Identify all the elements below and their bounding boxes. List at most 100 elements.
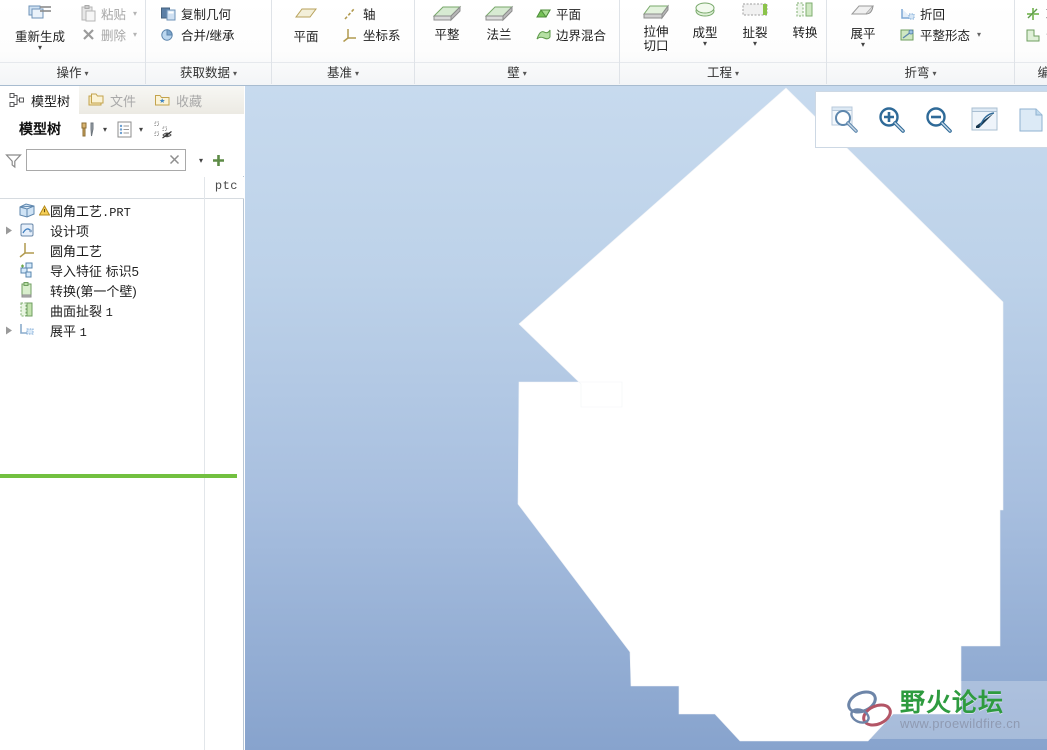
graphics-viewport[interactable]: 野火论坛 www.proewildfire.cn [245, 86, 1047, 750]
delete-x-icon [78, 25, 98, 44]
zoom-box-icon[interactable] [823, 97, 869, 142]
tools-icon[interactable] [77, 118, 99, 140]
tab-model-tree[interactable]: 模型树 [0, 86, 80, 114]
unbend-caret[interactable]: ▾ [861, 41, 865, 49]
tree-row-csys[interactable]: 圆角工艺 [0, 240, 243, 260]
regenerate-button[interactable]: 重新生成 ▾ [6, 0, 74, 52]
application-window: 重新生成 ▾ 粘贴 ▾ 删除 ▾ 操作 ▾ 复制几何 合并/继承 获取数据 ▾ … [0, 0, 1047, 750]
tree-row-convert-wall[interactable]: 转换(第一个壁) [0, 280, 243, 300]
zoom-out-icon[interactable] [915, 97, 961, 142]
flange-wall-button[interactable]: 法兰 [473, 0, 525, 42]
convert-label: 转换 [792, 26, 818, 40]
tree-expander-unbend[interactable] [2, 320, 16, 340]
bend-back-icon [897, 4, 917, 23]
saved-view-icon[interactable] [1008, 97, 1047, 142]
boundary-blend-icon [533, 25, 553, 44]
tree-hide-icon[interactable] [153, 118, 175, 140]
delete-button[interactable]: 删除 ▾ [76, 24, 139, 45]
funnel-icon[interactable] [0, 152, 26, 169]
ribbon-group-engineering: 拉伸 切口 成型 ▾ 扯裂 ▾ 转换 工程 ▾ [620, 0, 827, 84]
tree-row-part[interactable]: 圆角工艺.PRT [0, 200, 243, 220]
zoom-in-icon[interactable] [869, 97, 915, 142]
extrude-cut-button[interactable]: 拉伸 切口 [632, 0, 680, 53]
tree-row-surface-rip[interactable]: 曲面扯裂 1 [0, 300, 243, 320]
coordinate-system-button[interactable]: 坐标系 [338, 24, 403, 45]
model-tree-toolbar: 模型树 ▾ ▾ [0, 114, 244, 144]
model-tree-icon [6, 91, 28, 110]
regenerate-caret[interactable]: ▾ [38, 44, 42, 52]
bend-label-text: 折弯 [904, 66, 930, 80]
ptc-branding-label: ptc [214, 179, 238, 193]
datum-small-column: 轴 坐标系 [338, 2, 403, 45]
tools-caret[interactable]: ▾ [99, 125, 111, 134]
tree-no-warning-2 [38, 240, 50, 260]
surface-plane-button[interactable]: 平面 [531, 3, 608, 24]
surface-plane-icon [533, 4, 553, 23]
boundary-blend-label: 边界混合 [556, 29, 607, 43]
tab-files[interactable]: 文件 [79, 86, 145, 114]
bend-back-button[interactable]: 折回 [895, 3, 983, 24]
datum-axis-button[interactable]: 轴 [338, 3, 403, 24]
model-outline [517, 87, 1004, 742]
rip-button[interactable]: 扯裂 ▾ [730, 0, 780, 48]
watermark-url: www.proewildfire.cn [900, 715, 1021, 731]
extrude-cut-icon [641, 0, 671, 25]
edit-small-column: 联接 合并 [1021, 2, 1047, 45]
clear-x-icon[interactable] [168, 153, 181, 166]
merge-button[interactable]: 合并 [1021, 24, 1047, 45]
ribbon-group-get-data-label[interactable]: 获取数据 ▾ [146, 62, 271, 84]
wall-label-caret: ▾ [522, 69, 527, 78]
convert-button[interactable]: 转换 [780, 0, 830, 40]
insert-here-indicator[interactable] [0, 474, 237, 478]
sheetmetal-flat-model[interactable] [245, 86, 1047, 750]
ribbon-group-datum-label[interactable]: 基准 ▾ [272, 62, 414, 84]
ribbon-group-edit-body: 联接 合并 [1015, 0, 1047, 62]
delete-caret[interactable]: ▾ [133, 30, 137, 39]
ribbon-group-bend: 展平 ▾ 折回 平整形态 ▾ 折弯 ▾ [827, 0, 1015, 84]
datum-plane-button[interactable]: 平面 [278, 0, 334, 44]
flange-wall-label: 法兰 [486, 28, 512, 42]
rip-caret[interactable]: ▾ [753, 40, 757, 48]
bend-back-label: 折回 [920, 8, 946, 22]
ribbon-group-edit-label[interactable]: 编辑 [1015, 62, 1047, 84]
paste-label: 粘贴 [101, 8, 127, 22]
paste-caret[interactable]: ▾ [133, 9, 137, 18]
tree-row-design-items[interactable]: 设计项 [0, 220, 243, 240]
ribbon-group-bend-label[interactable]: 折弯 ▾ [827, 62, 1014, 84]
flat-state-caret[interactable]: ▾ [977, 30, 981, 39]
form-button[interactable]: 成型 ▾ [680, 0, 730, 48]
join-button[interactable]: 联接 [1021, 3, 1047, 24]
ribbon-group-wall-label[interactable]: 壁 ▾ [415, 62, 619, 84]
plus-icon[interactable] [207, 153, 229, 168]
ribbon-group-engineering-label[interactable]: 工程 ▾ [620, 62, 826, 84]
copy-geometry-button[interactable]: 复制几何 [156, 3, 236, 24]
rip-icon [740, 0, 770, 25]
list-display-caret[interactable]: ▾ [135, 125, 147, 134]
list-display-icon[interactable] [113, 118, 135, 140]
paste-button[interactable]: 粘贴 ▾ [76, 3, 139, 24]
tree-row-unbend[interactable]: 展平 1 [0, 320, 243, 340]
merge-inherit-button[interactable]: 合并/继承 [156, 24, 236, 45]
unbend-button[interactable]: 展平 ▾ [837, 0, 889, 49]
tree-expander-design-items[interactable] [2, 220, 16, 240]
ribbon-group-operations-label[interactable]: 操作 ▾ [0, 62, 145, 84]
tree-no-warning-1 [38, 220, 50, 240]
filter-dropdown-caret[interactable]: ▾ [195, 156, 207, 165]
model-tree-filter-row: ▾ [0, 144, 244, 176]
tab-favorites[interactable]: 收藏 [145, 86, 211, 114]
watermark-title: 野火论坛 [900, 687, 1005, 717]
ribbon-groups: 重新生成 ▾ 粘贴 ▾ 删除 ▾ 操作 ▾ 复制几何 合并/继承 获取数据 ▾ … [0, 0, 1047, 84]
flat-wall-button[interactable]: 平整 [421, 0, 473, 42]
perspective-view-icon[interactable] [962, 97, 1008, 142]
filter-input-wrapper[interactable] [26, 149, 186, 171]
tree-row-import-feature[interactable]: 导入特征 标识5 [0, 260, 243, 280]
search-input[interactable] [31, 150, 169, 170]
ribbon-group-engineering-body: 拉伸 切口 成型 ▾ 扯裂 ▾ 转换 [620, 0, 826, 62]
get-data-label-text: 获取数据 [179, 66, 230, 80]
boundary-blend-button[interactable]: 边界混合 [531, 24, 608, 45]
tree-no-warning-6 [38, 320, 50, 340]
watermark-text: 野火论坛 www.proewildfire.cn [900, 687, 1021, 731]
flat-state-button[interactable]: 平整形态 ▾ [895, 24, 983, 45]
form-caret[interactable]: ▾ [703, 40, 707, 48]
tree-expander[interactable] [2, 200, 16, 220]
